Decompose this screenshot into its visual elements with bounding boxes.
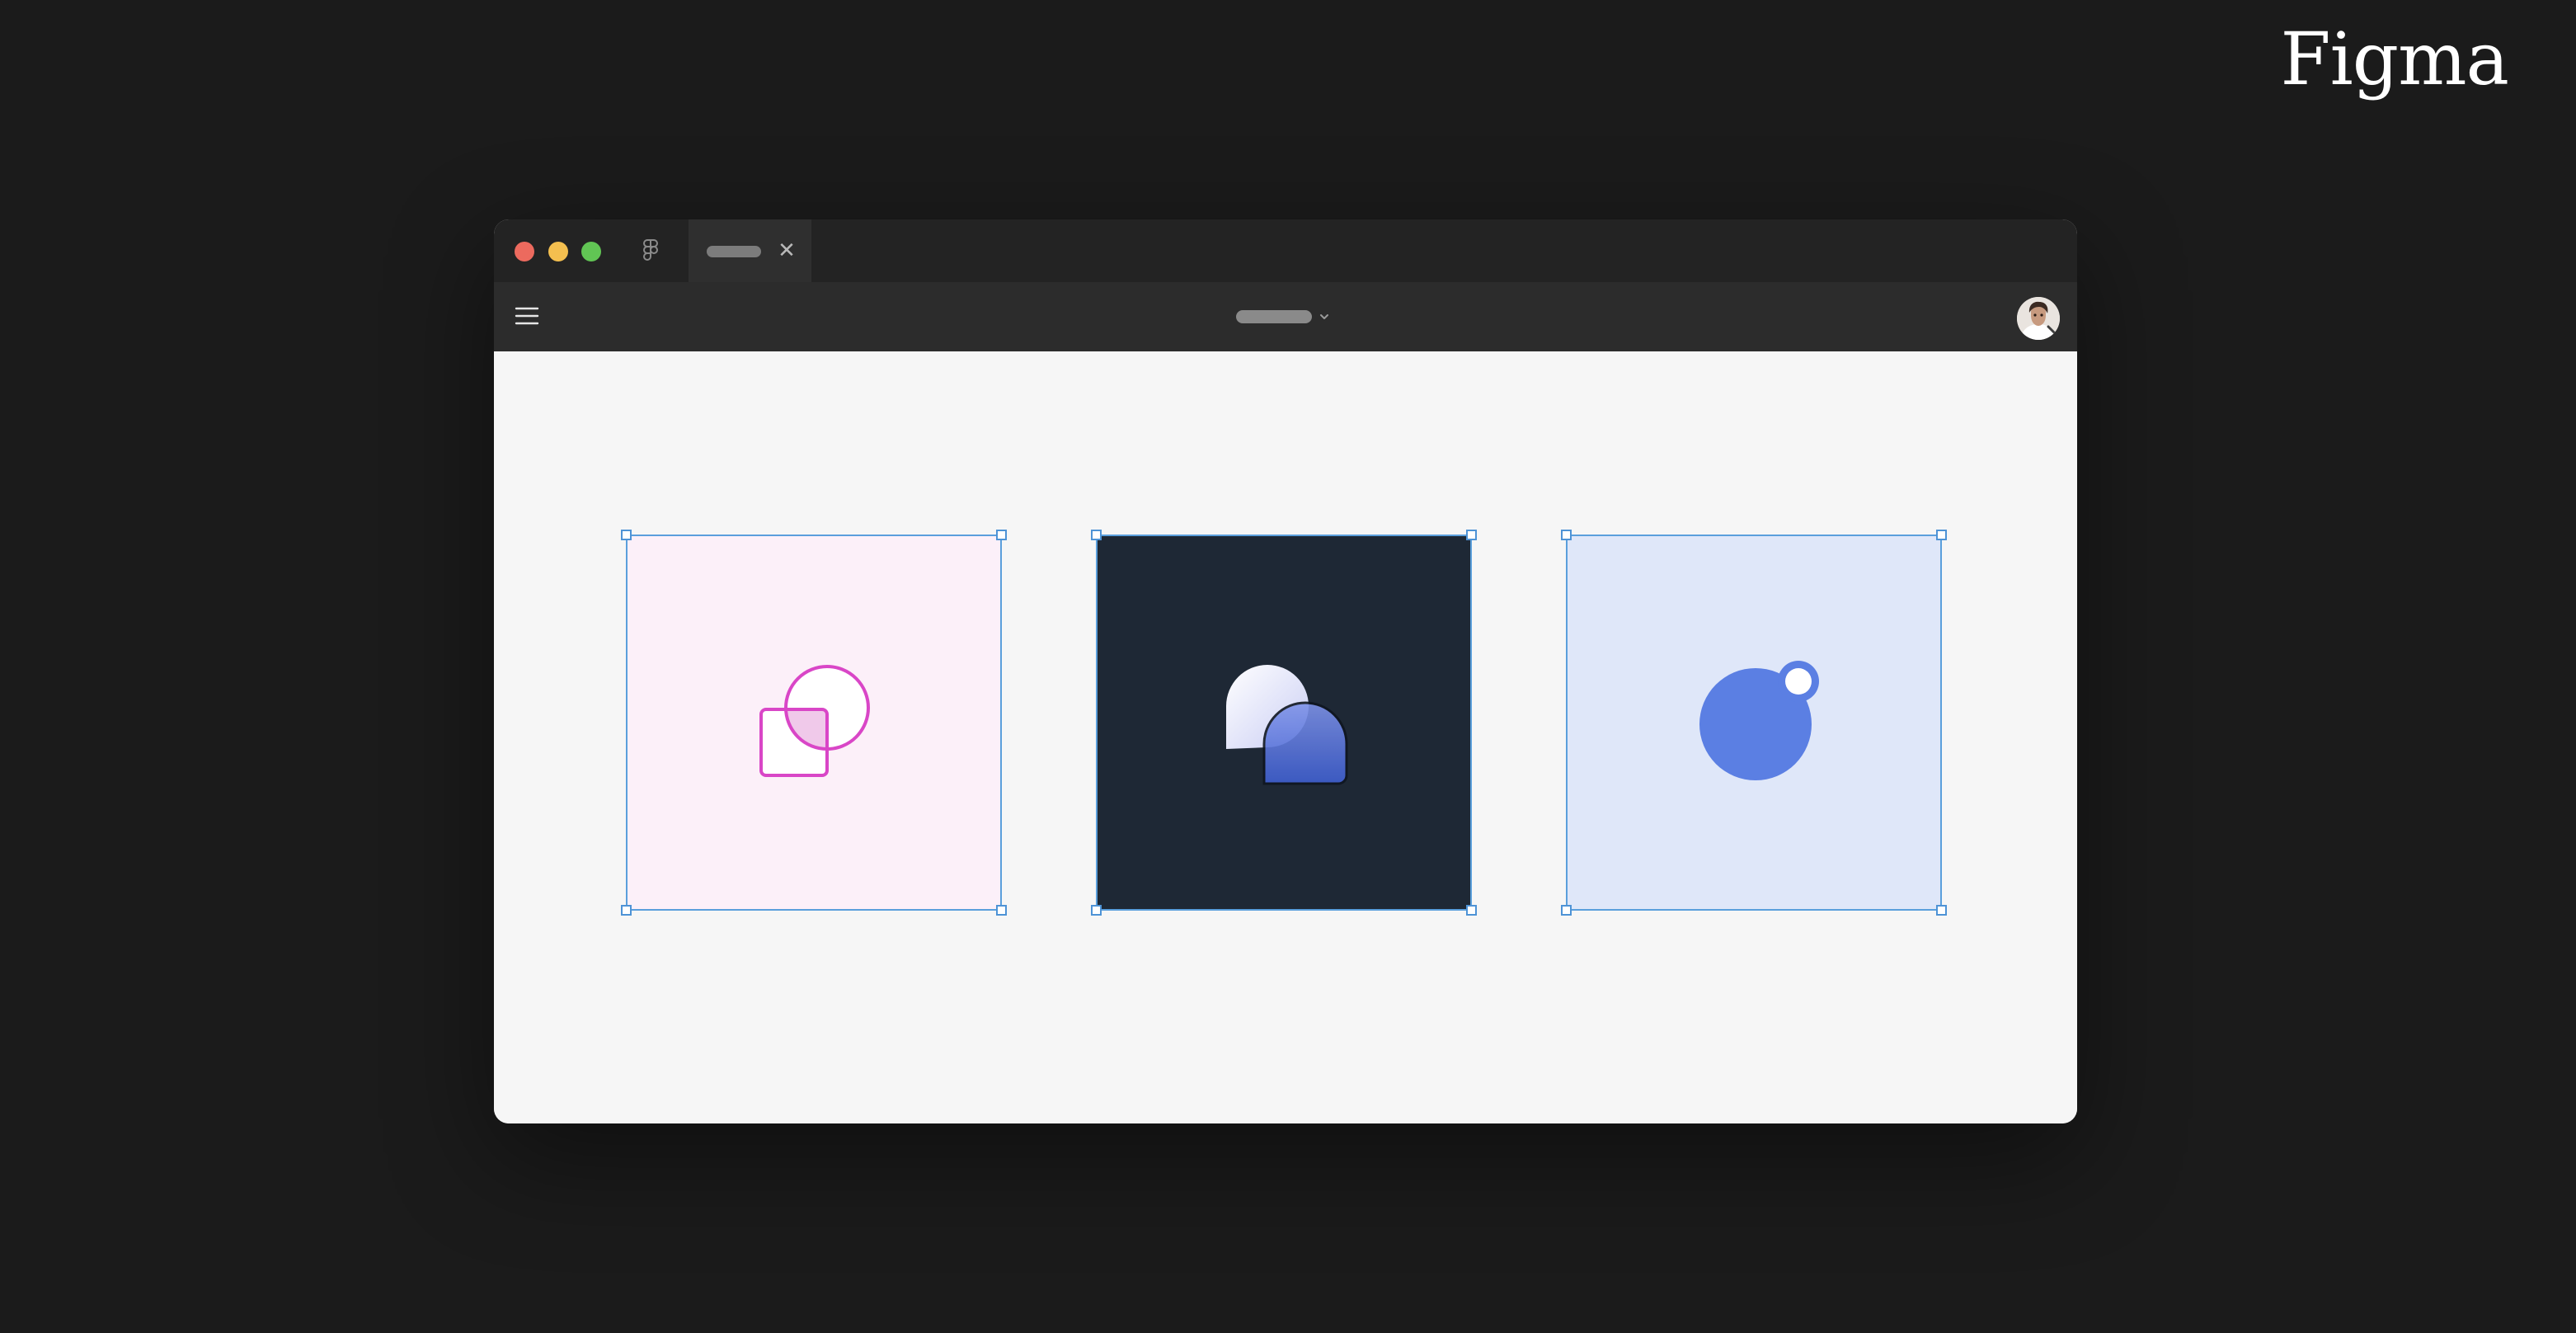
navy-frame[interactable] <box>1091 530 1477 916</box>
blue-frame[interactable] <box>1561 530 1947 916</box>
circle-badge-icon <box>1699 661 1819 780</box>
resize-handle-bottom-right[interactable] <box>1936 905 1947 916</box>
close-icon[interactable]: ✕ <box>776 240 797 261</box>
minimize-window-button[interactable] <box>548 242 568 261</box>
hamburger-menu-icon[interactable] <box>515 305 539 327</box>
close-window-button[interactable] <box>515 242 534 261</box>
resize-handle-bottom-left[interactable] <box>1561 905 1572 916</box>
figma-logo-icon[interactable] <box>643 239 658 264</box>
window-titlebar: ✕ <box>494 219 2077 282</box>
user-avatar-icon <box>2017 297 2060 340</box>
page: Figma ✕ <box>0 0 2576 1333</box>
shapes-outline-icon <box>759 665 870 777</box>
avatar[interactable] <box>2017 297 2060 340</box>
resize-handle-top-right[interactable] <box>996 530 1007 540</box>
file-name-menu[interactable] <box>1236 310 1330 323</box>
resize-handle-bottom-left[interactable] <box>1091 905 1102 916</box>
resize-handle-top-right[interactable] <box>1466 530 1477 540</box>
file-tab[interactable]: ✕ <box>689 219 811 282</box>
resize-handle-bottom-left[interactable] <box>621 905 632 916</box>
tab-title-placeholder <box>707 246 761 257</box>
resize-handle-top-left[interactable] <box>1561 530 1572 540</box>
app-window: ✕ <box>494 219 2077 1123</box>
design-canvas[interactable] <box>494 351 2077 1123</box>
resize-handle-bottom-right[interactable] <box>996 905 1007 916</box>
zoom-window-button[interactable] <box>581 242 601 261</box>
figma-wordmark-logo: Figma <box>2280 16 2509 101</box>
resize-handle-bottom-right[interactable] <box>1466 905 1477 916</box>
editor-toolbar <box>494 282 2077 351</box>
pink-frame[interactable] <box>621 530 1007 916</box>
shapes-gradient-icon <box>1226 665 1348 785</box>
resize-handle-top-left[interactable] <box>621 530 632 540</box>
resize-handle-top-left[interactable] <box>1091 530 1102 540</box>
chevron-down-icon <box>1320 314 1328 319</box>
resize-handle-top-right[interactable] <box>1936 530 1947 540</box>
file-name-placeholder <box>1236 310 1312 323</box>
